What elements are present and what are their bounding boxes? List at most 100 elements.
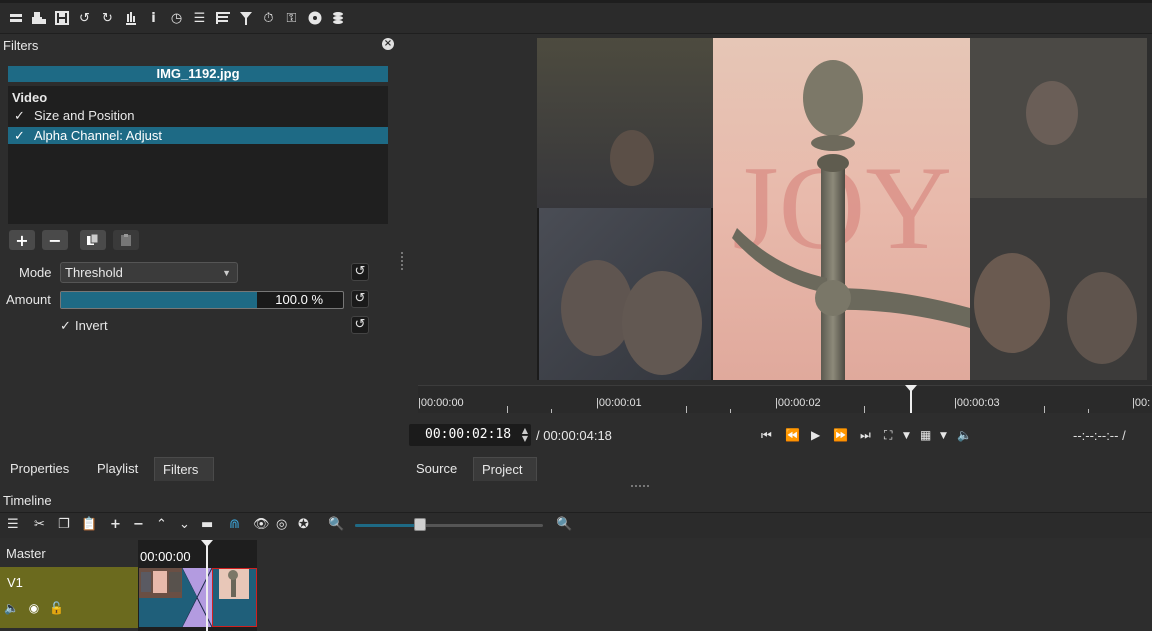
ruler-tick (1044, 406, 1045, 413)
copy-filters-button[interactable] (80, 230, 106, 250)
open-file-icon[interactable] (29, 7, 48, 29)
timeline-clip[interactable] (139, 568, 182, 627)
in-out-timecode: --:--:--:-- / (1073, 428, 1126, 443)
copy-icon[interactable]: ❐ (58, 517, 70, 532)
zoom-fit-icon[interactable]: ⛶ (884, 428, 892, 443)
markers-icon[interactable] (305, 7, 324, 29)
invert-checkbox[interactable]: ✓ Invert (60, 318, 108, 334)
chevron-down-icon: ▼ (222, 268, 231, 278)
timeline-title: Timeline (3, 493, 52, 508)
fast-forward-icon[interactable]: ⏩ (833, 428, 848, 442)
ruler-tick (507, 406, 508, 413)
menu-icon[interactable]: ☰ (7, 517, 19, 532)
timecode-value: 00:00:02:18 (425, 427, 512, 442)
recent-icon[interactable]: ◷ (167, 7, 186, 29)
volume-icon[interactable]: 🔈 (957, 428, 972, 442)
ripple-icon[interactable]: ◎ (276, 517, 287, 532)
ruler-tick (551, 409, 552, 413)
redo-icon[interactable]: ↻ (98, 7, 117, 29)
zoom-in-icon[interactable]: 🔍 (556, 517, 572, 532)
paste-filters-button[interactable] (113, 230, 139, 250)
filters-icon[interactable] (236, 7, 255, 29)
ruler-tick (730, 409, 731, 413)
rewind-icon[interactable]: ⏪ (785, 428, 800, 442)
skip-to-start-icon[interactable]: ⏮ (761, 428, 772, 443)
remove-icon[interactable]: − (133, 517, 144, 532)
overwrite-icon[interactable]: ⌄ (179, 517, 190, 532)
tab-filters[interactable]: Filters (154, 457, 214, 481)
ruler-tick (686, 406, 687, 413)
zoom-slider-handle[interactable] (414, 518, 426, 531)
ruler-label: |00:00:01 (596, 397, 642, 409)
skip-to-end-icon[interactable]: ⏭ (860, 428, 871, 443)
timecode-field[interactable]: 00:00:02:18 ▲ ▼ (409, 424, 531, 446)
mode-dropdown[interactable]: Threshold ▼ (60, 262, 238, 283)
checkbox[interactable]: ✓ (14, 108, 34, 125)
tab-properties[interactable]: Properties (2, 457, 77, 481)
grid-icon[interactable]: ▦ (920, 428, 931, 442)
filter-clip-name: IMG_1192.jpg (8, 66, 388, 82)
zoom-out-icon[interactable]: 🔍 (328, 517, 344, 532)
chevron-down-icon[interactable]: ▼ (903, 431, 910, 441)
tab-source[interactable]: Source (408, 457, 465, 481)
ripple-all-icon[interactable]: ✪ (298, 517, 309, 532)
properties-icon[interactable]: i (144, 7, 163, 29)
tab-playlist[interactable]: Playlist (89, 457, 146, 481)
open-other-icon[interactable] (6, 7, 25, 29)
amount-slider[interactable]: 100.0 % (60, 291, 344, 309)
add-filter-button[interactable]: + (9, 230, 35, 250)
append-icon[interactable]: + (110, 517, 121, 532)
timeline-clip-selected[interactable] (212, 568, 257, 627)
scrub-icon[interactable]: 👁 (253, 517, 270, 532)
filter-item-size-position[interactable]: ✓ Size and Position (8, 107, 388, 124)
undo-icon[interactable]: ↺ (75, 7, 94, 29)
play-icon[interactable]: ▶ (811, 428, 820, 442)
split-icon[interactable]: ▬ (201, 517, 213, 532)
filter-item-alpha-channel[interactable]: ✓ Alpha Channel: Adjust (8, 127, 388, 144)
ruler-label: |00:00:02 (775, 397, 821, 409)
chevron-down-icon[interactable]: ▼ (940, 431, 947, 441)
close-icon[interactable]: × (382, 38, 394, 50)
checkbox[interactable]: ✓ (14, 128, 34, 145)
duration-label: / 00:00:04:18 (536, 428, 612, 443)
paste-icon[interactable]: 📋 (81, 517, 97, 532)
ruler-label: |00:00:00 (418, 397, 464, 409)
timeline-playhead[interactable] (201, 540, 213, 631)
save-icon[interactable] (52, 7, 71, 29)
playlist-icon[interactable]: ☰ (190, 7, 209, 29)
filter-item-label: Alpha Channel: Adjust (34, 128, 162, 143)
tab-project[interactable]: Project (473, 457, 537, 481)
master-track-label: Master (6, 546, 46, 561)
mute-icon[interactable]: 🔈 (4, 601, 19, 615)
ruler-tick (1088, 409, 1089, 413)
timecode-stepper-icon[interactable]: ▲ ▼ (522, 427, 528, 443)
remove-filter-button[interactable]: − (42, 230, 68, 250)
playhead-marker[interactable] (905, 385, 917, 415)
lift-icon[interactable]: ⌃ (156, 517, 167, 532)
filters-panel-title: Filters (3, 38, 39, 53)
ruler-label: |00:00:03 (954, 397, 1000, 409)
reset-icon[interactable]: ↺ (351, 290, 369, 308)
cut-icon[interactable]: ✂ (34, 517, 45, 532)
snap-icon[interactable]: ⋒ (229, 517, 240, 532)
dock-grip[interactable] (631, 485, 649, 487)
keyframes-icon[interactable]: ⚿ (282, 7, 301, 29)
checkbox-mark: ✓ (60, 319, 71, 334)
reset-icon[interactable]: ↺ (351, 263, 369, 281)
jobs-icon[interactable]: ⏱ (259, 7, 278, 29)
reset-icon[interactable]: ↺ (351, 316, 369, 334)
history-icon[interactable] (213, 7, 232, 29)
mode-label: Mode (19, 265, 52, 280)
main-toolbar: ↺ ↻ i ◷ ☰ ⏱ ⚿ (0, 3, 1152, 34)
amount-fill (61, 292, 257, 308)
time-ruler[interactable]: |00:00:00 |00:00:01 |00:00:02 |00:00:03 … (418, 385, 1152, 413)
lock-icon[interactable]: 🔓 (49, 601, 64, 615)
ruler-label: |00: (1132, 397, 1151, 409)
eye-icon[interactable]: ◉ (29, 601, 39, 615)
preview-frame: JOY (537, 38, 1147, 380)
peak-meter-icon[interactable] (121, 7, 140, 29)
filter-list: Video ✓ Size and Position ✓ Alpha Channel:… (8, 86, 388, 224)
notes-icon[interactable] (328, 7, 347, 29)
video-preview[interactable]: JOY (537, 38, 1147, 380)
panel-splitter[interactable] (401, 252, 403, 270)
